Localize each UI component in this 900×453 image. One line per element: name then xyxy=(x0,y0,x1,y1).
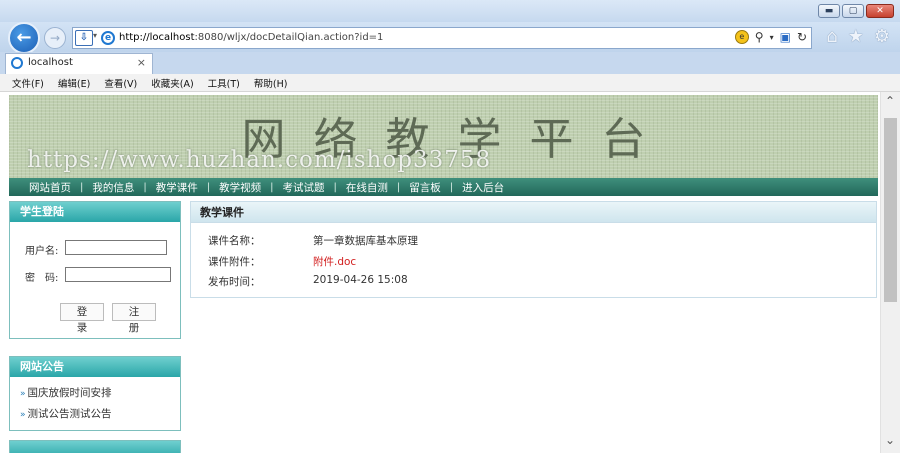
tab-title: localhost xyxy=(28,57,73,68)
minimize-button[interactable]: ▬ xyxy=(818,4,840,18)
close-window-button[interactable]: ✕ xyxy=(866,4,894,18)
nav-separator: | xyxy=(449,181,454,193)
search-icon[interactable]: ⚲ xyxy=(755,30,764,44)
courseware-heading: 教学课件 xyxy=(191,202,876,223)
nav-message-board[interactable]: 留言板 xyxy=(409,180,441,195)
watermark-text: https://www.huzhan.com/ishop33758 xyxy=(27,147,492,173)
register-button[interactable]: 注 册 xyxy=(112,303,156,334)
browser-toolbar-icons: ⌂ ★ ⚙ xyxy=(826,26,890,47)
course-name-value: 第一章数据库基本原理 xyxy=(313,235,418,247)
nav-videos[interactable]: 教学视频 xyxy=(219,180,261,195)
site-navigation: 网站首页 | 我的信息 | 教学课件 | 教学视频 | 考试试题 | 在线自测 … xyxy=(9,178,878,196)
address-tools: e ⚲ ▾ ▣ ↻ xyxy=(734,30,807,44)
password-label: 密 码: xyxy=(25,273,59,284)
password-input[interactable] xyxy=(65,267,171,282)
login-panel: 学生登陆 用户名: 密 码: 登 录 注 册 xyxy=(9,201,181,339)
vertical-scrollbar[interactable]: ⌃ ⌄ xyxy=(880,92,900,453)
notice-panel: 网站公告 » 国庆放假时间安排 » 测试公告测试公告 xyxy=(9,356,181,431)
nav-separator: | xyxy=(80,181,84,193)
nav-courseware[interactable]: 教学课件 xyxy=(156,180,198,195)
notice-heading: 网站公告 xyxy=(10,357,180,377)
bullet-icon: » xyxy=(20,410,26,420)
menu-view[interactable]: 查看(V) xyxy=(104,76,137,90)
nav-separator: | xyxy=(270,181,274,193)
nav-admin[interactable]: 进入后台 xyxy=(462,180,504,195)
page-viewport: 网络教学平台 https://www.huzhan.com/ishop33758… xyxy=(0,92,900,453)
url-host: http://localhost xyxy=(119,32,195,43)
chevron-down-icon[interactable]: ▾ xyxy=(93,31,97,40)
menu-favorites[interactable]: 收藏夹(A) xyxy=(151,76,193,90)
publish-time-value: 2019-04-26 15:08 xyxy=(313,274,408,286)
bookmark-icon[interactable]: ▣ xyxy=(780,30,791,44)
login-heading: 学生登陆 xyxy=(10,202,180,222)
attachment-link[interactable]: 附件.doc xyxy=(313,254,356,269)
username-input[interactable] xyxy=(65,240,167,255)
home-icon[interactable]: ⌂ xyxy=(826,26,837,47)
next-panel-header xyxy=(9,440,181,453)
notice-item[interactable]: » 测试公告测试公告 xyxy=(20,406,112,421)
login-button[interactable]: 登 录 xyxy=(60,303,104,334)
attachment-label: 课件附件： xyxy=(208,256,261,268)
notice-item-label: 国庆放假时间安排 xyxy=(27,387,112,399)
notice-item-label: 测试公告测试公告 xyxy=(27,408,112,420)
favorites-star-icon[interactable]: ★ xyxy=(848,26,864,47)
nav-separator: | xyxy=(333,181,337,193)
forward-button[interactable]: → xyxy=(44,27,66,49)
browser-navbar: ← → ⇩ ▾ e http://localhost:8080/wljx/doc… xyxy=(0,22,900,54)
address-bar[interactable]: ⇩ ▾ e http://localhost:8080/wljx/docDeta… xyxy=(72,27,812,49)
course-name-label: 课件名称： xyxy=(208,235,261,247)
tab-close-icon[interactable]: × xyxy=(137,56,146,69)
nav-separator: | xyxy=(206,181,211,193)
menu-tools[interactable]: 工具(T) xyxy=(208,76,240,90)
menu-edit[interactable]: 编辑(E) xyxy=(58,76,90,90)
refresh-icon[interactable]: ↻ xyxy=(797,30,807,44)
scrollbar-thumb[interactable] xyxy=(884,118,897,302)
gear-icon[interactable]: ⚙ xyxy=(874,26,890,47)
nav-exams[interactable]: 考试试题 xyxy=(283,180,325,195)
menu-file[interactable]: 文件(F) xyxy=(12,76,44,90)
window-controls: ▬ ▢ ✕ xyxy=(818,4,894,18)
nav-self-test[interactable]: 在线自测 xyxy=(346,180,388,195)
scroll-down-icon[interactable]: ⌄ xyxy=(885,433,895,447)
security-shield-icon[interactable]: ⇩ xyxy=(75,30,93,46)
menu-bar: 文件(F) 编辑(E) 查看(V) 收藏夹(A) 工具(T) 帮助(H) xyxy=(0,74,900,92)
chevron-down-icon[interactable]: ▾ xyxy=(770,33,774,42)
username-row: 用户名: xyxy=(25,240,167,257)
courseware-detail: 教学课件 课件名称： 第一章数据库基本原理 课件附件： 附件.doc 发布时间：… xyxy=(190,201,877,298)
url-text[interactable]: http://localhost:8080/wljx/docDetailQian… xyxy=(119,32,383,43)
url-path: :8080/wljx/docDetailQian.action?id=1 xyxy=(194,32,384,43)
tab-strip: localhost × xyxy=(0,52,900,74)
nav-separator: | xyxy=(143,181,147,193)
nav-home[interactable]: 网站首页 xyxy=(29,180,71,195)
publish-time-label: 发布时间： xyxy=(208,276,261,288)
scroll-up-icon[interactable]: ⌃ xyxy=(885,94,895,108)
maximize-button[interactable]: ▢ xyxy=(842,4,864,18)
bullet-icon: » xyxy=(20,389,26,399)
notice-item[interactable]: » 国庆放假时间安排 xyxy=(20,385,112,400)
ie-tab-icon xyxy=(11,57,23,69)
password-row: 密 码: xyxy=(25,267,171,284)
nav-my-info[interactable]: 我的信息 xyxy=(92,180,134,195)
tab-localhost[interactable]: localhost × xyxy=(5,53,153,74)
menu-help[interactable]: 帮助(H) xyxy=(254,76,288,90)
window-titlebar: ▬ ▢ ✕ xyxy=(0,0,900,22)
username-label: 用户名: xyxy=(25,246,59,257)
ie-page-icon: e xyxy=(101,31,115,45)
back-button[interactable]: ← xyxy=(8,22,40,54)
nav-separator: | xyxy=(396,181,401,193)
site-banner: 网络教学平台 https://www.huzhan.com/ishop33758 xyxy=(9,95,878,179)
compatibility-icon[interactable]: e xyxy=(734,30,749,44)
